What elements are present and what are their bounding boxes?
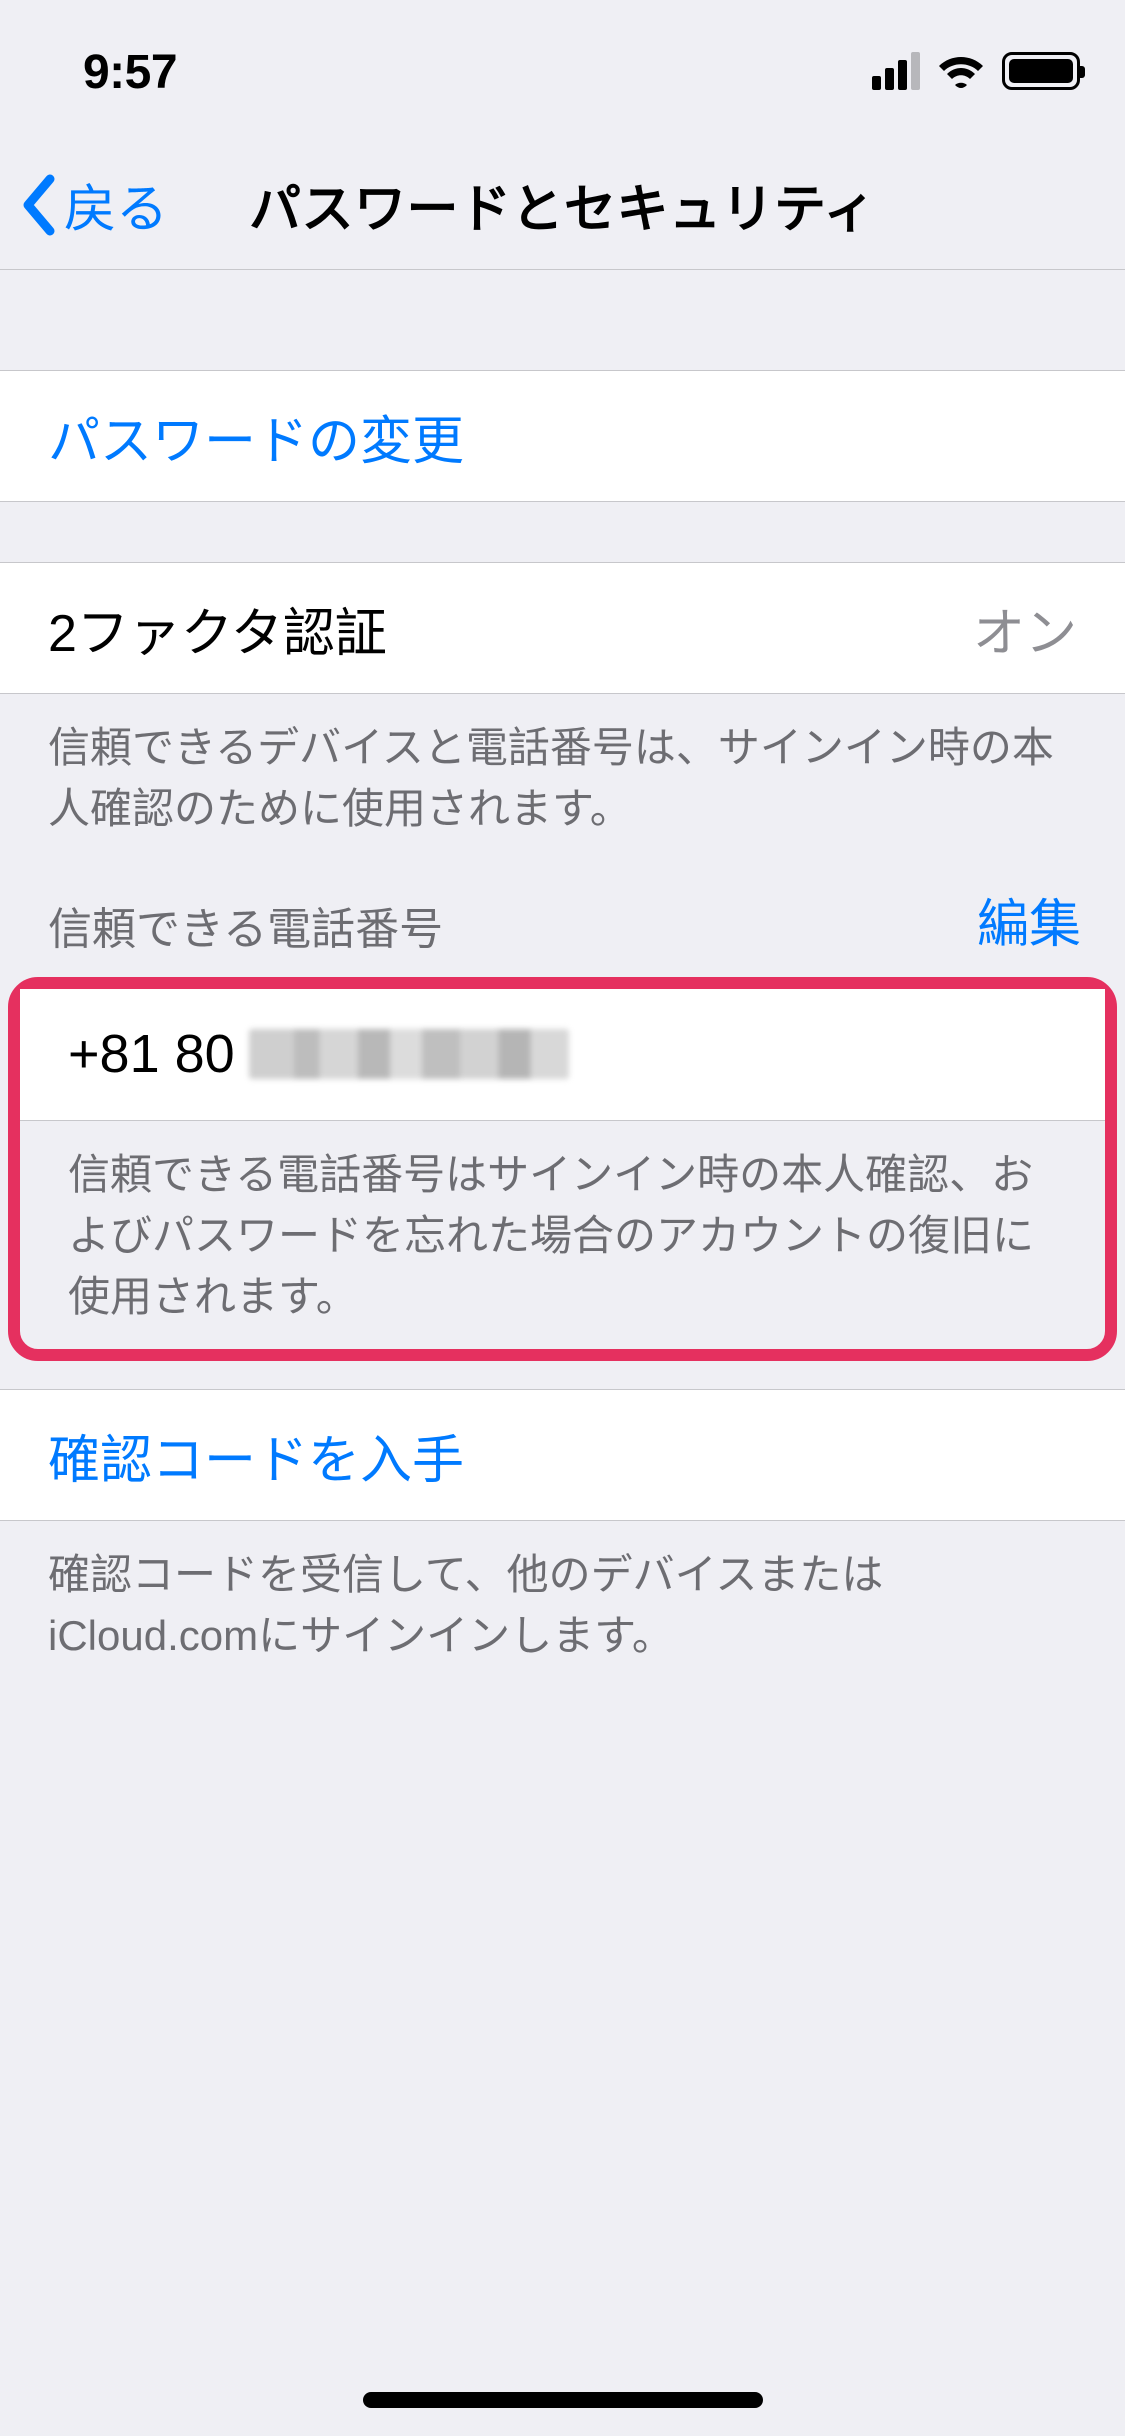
status-time: 9:57: [0, 45, 260, 100]
status-bar: 9:57: [0, 0, 1125, 140]
cellular-signal-icon: [872, 52, 920, 90]
page-title: パスワードとセキュリティ: [249, 167, 876, 242]
battery-icon: [1002, 52, 1080, 90]
wifi-icon: [936, 52, 986, 90]
chevron-left-icon: [20, 173, 58, 237]
trusted-phone-highlight: +81 80 信頼できる電話番号はサインイン時の本人確認、およびパスワードを忘れ…: [8, 977, 1117, 1362]
back-label: 戻る: [64, 167, 168, 242]
change-password-cell[interactable]: パスワードの変更: [0, 370, 1125, 502]
trusted-phone-header: 信頼できる電話番号: [48, 893, 443, 957]
trusted-phone-prefix: +81 80: [68, 1023, 235, 1085]
edit-trusted-phone-button[interactable]: 編集: [977, 882, 1081, 957]
two-factor-auth-cell[interactable]: 2ファクタ認証 オン: [0, 562, 1125, 694]
two-factor-footer-text: 信頼できるデバイスと電話番号は、サインイン時の本人確認のために使用されます。: [0, 694, 1125, 862]
back-button[interactable]: 戻る: [20, 167, 168, 242]
redacted-phone-digits: [249, 1029, 569, 1079]
get-verification-code-cell[interactable]: 確認コードを入手: [0, 1389, 1125, 1521]
navigation-bar: 戻る パスワードとセキュリティ: [0, 140, 1125, 270]
trusted-phone-number-cell[interactable]: +81 80: [20, 989, 1105, 1121]
get-verification-code-label: 確認コードを入手: [48, 1418, 464, 1493]
home-indicator[interactable]: [363, 2392, 763, 2408]
two-factor-auth-value: オン: [973, 591, 1077, 666]
get-verification-code-footer: 確認コードを受信して、他のデバイスまたはiCloud.comにサインインします。: [0, 1521, 1125, 1689]
change-password-label: パスワードの変更: [48, 399, 464, 474]
trusted-phone-footer-text: 信頼できる電話番号はサインイン時の本人確認、およびパスワードを忘れた場合のアカウ…: [20, 1121, 1105, 1350]
two-factor-auth-label: 2ファクタ認証: [48, 591, 387, 666]
